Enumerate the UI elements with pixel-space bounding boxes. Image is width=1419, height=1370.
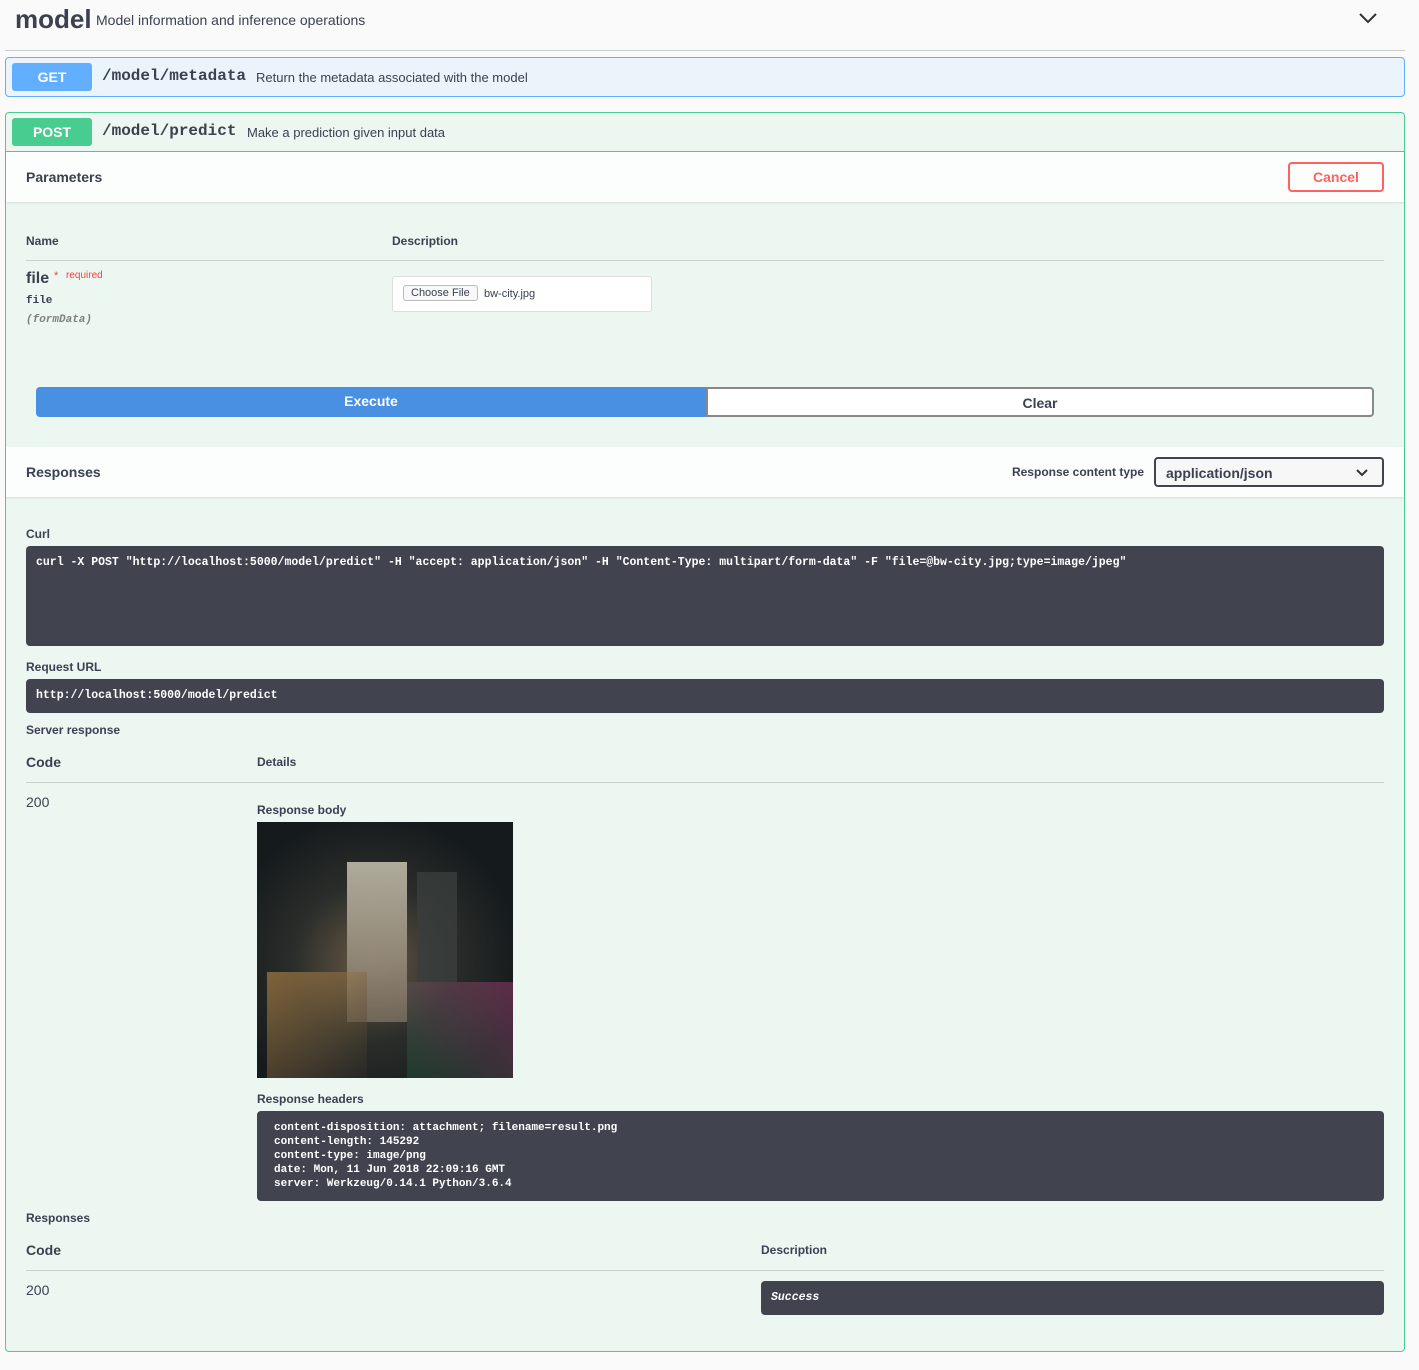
request-url-label: Request URL: [26, 660, 102, 674]
column-description: Description: [392, 234, 459, 248]
operation-summary: Return the metadata associated with the …: [256, 70, 528, 85]
response-code: 200: [26, 1282, 50, 1298]
code-header: Code: [26, 1242, 61, 1258]
clear-button[interactable]: Clear: [706, 387, 1374, 417]
responses-header: Responses Response content type applicat…: [6, 447, 1404, 497]
response-image: [257, 822, 513, 1078]
param-name: file: [26, 270, 50, 287]
curl-command[interactable]: curl -X POST "http://localhost:5000/mode…: [26, 546, 1384, 646]
get-method-badge: GET: [12, 63, 92, 91]
response-headers[interactable]: content-disposition: attachment; filenam…: [257, 1111, 1384, 1201]
response-description: Success: [761, 1281, 1384, 1315]
curl-label: Curl: [26, 527, 50, 541]
response-code: 200: [26, 794, 50, 810]
post-method-badge: POST: [12, 118, 92, 146]
code-header: Code: [26, 754, 61, 770]
request-url[interactable]: http://localhost:5000/model/predict: [26, 679, 1384, 713]
post-predict-operation: POST /model/predict Make a prediction gi…: [5, 112, 1405, 1352]
header-line: content-type: image/png: [274, 1150, 426, 1162]
operation-path: /model/metadata: [102, 67, 247, 85]
content-type-value: application/json: [1166, 465, 1273, 481]
required-star: *: [54, 270, 59, 282]
operation-header[interactable]: POST /model/predict Make a prediction gi…: [6, 113, 1404, 152]
server-response-label: Server response: [26, 723, 121, 737]
file-input[interactable]: Choose File bw-city.jpg: [392, 276, 652, 312]
content-type-label: Response content type: [1011, 465, 1144, 479]
operation-summary: Make a prediction given input data: [247, 125, 446, 140]
details-header: Details: [257, 755, 297, 769]
response-body-label: Response body: [257, 803, 347, 817]
header-line: content-disposition: attachment; filenam…: [274, 1122, 618, 1134]
divider: [5, 50, 1405, 51]
choose-file-button[interactable]: Choose File: [403, 285, 478, 301]
cancel-button[interactable]: Cancel: [1288, 162, 1384, 192]
tag-description: Model information and inference operatio…: [96, 12, 366, 28]
header-line: content-length: 145292: [274, 1136, 420, 1148]
file-name: bw-city.jpg: [484, 288, 536, 300]
chevron-down-icon: [1356, 469, 1368, 477]
responses-title: Responses: [26, 464, 101, 480]
operation-path: /model/predict: [102, 122, 237, 140]
param-location: (formData): [26, 314, 93, 326]
column-name: Name: [26, 234, 59, 248]
responses-label: Responses: [26, 1211, 91, 1225]
required-label: required: [66, 270, 103, 281]
content-type-select[interactable]: application/json: [1154, 457, 1384, 487]
parameters-header: Parameters Cancel: [6, 152, 1404, 202]
chevron-down-icon[interactable]: [1358, 10, 1378, 26]
description-header: Description: [761, 1243, 828, 1257]
execute-button[interactable]: Execute: [36, 387, 706, 417]
param-type: file: [26, 295, 53, 307]
get-metadata-operation[interactable]: GET /model/metadata Return the metadata …: [5, 57, 1405, 97]
header-line: date: Mon, 11 Jun 2018 22:09:16 GMT: [274, 1164, 506, 1176]
header-line: server: Werkzeug/0.14.1 Python/3.6.4: [274, 1178, 512, 1190]
response-headers-label: Response headers: [257, 1092, 364, 1106]
tag-title[interactable]: model: [15, 4, 92, 35]
parameters-title: Parameters: [26, 169, 103, 185]
